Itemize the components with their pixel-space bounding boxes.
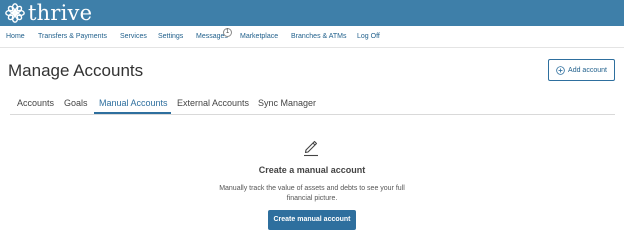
add-account-button[interactable]: Add account — [548, 59, 615, 81]
tab-sync-manager[interactable]: Sync Manager — [258, 93, 316, 116]
empty-state-title: Create a manual account — [258, 165, 366, 175]
page-title: Manage Accounts — [8, 61, 144, 80]
nav-log-off[interactable]: Log Off — [357, 26, 380, 48]
messages-count-badge: 1 — [223, 28, 232, 37]
brand-logo[interactable]: thrive — [4, 0, 92, 26]
pencil-icon — [304, 140, 318, 157]
tab-goals[interactable]: Goals — [64, 93, 88, 116]
create-manual-account-button[interactable]: Create manual account — [268, 210, 356, 230]
plus-circle-icon — [556, 65, 565, 75]
nav-transfers-payments[interactable]: Transfers & Payments — [38, 26, 107, 48]
flower-mark-icon — [5, 3, 25, 23]
nav-branches-atms[interactable]: Branches & ATMs — [291, 26, 347, 48]
add-account-label: Add account — [568, 66, 607, 74]
tab-external-accounts[interactable]: External Accounts — [177, 93, 249, 116]
nav-marketplace[interactable]: Marketplace — [240, 26, 278, 48]
main-nav: Home Transfers & Payments Services Setti… — [0, 26, 624, 48]
top-header-bar: thrive — [0, 0, 624, 26]
nav-services[interactable]: Services — [120, 26, 147, 48]
nav-home[interactable]: Home — [6, 26, 25, 48]
tabs-divider — [10, 114, 615, 115]
brand-name: thrive — [28, 1, 93, 25]
tab-accounts[interactable]: Accounts — [17, 93, 54, 116]
nav-settings[interactable]: Settings — [158, 26, 183, 48]
empty-state-description: Manually track the value of assets and d… — [219, 185, 405, 202]
